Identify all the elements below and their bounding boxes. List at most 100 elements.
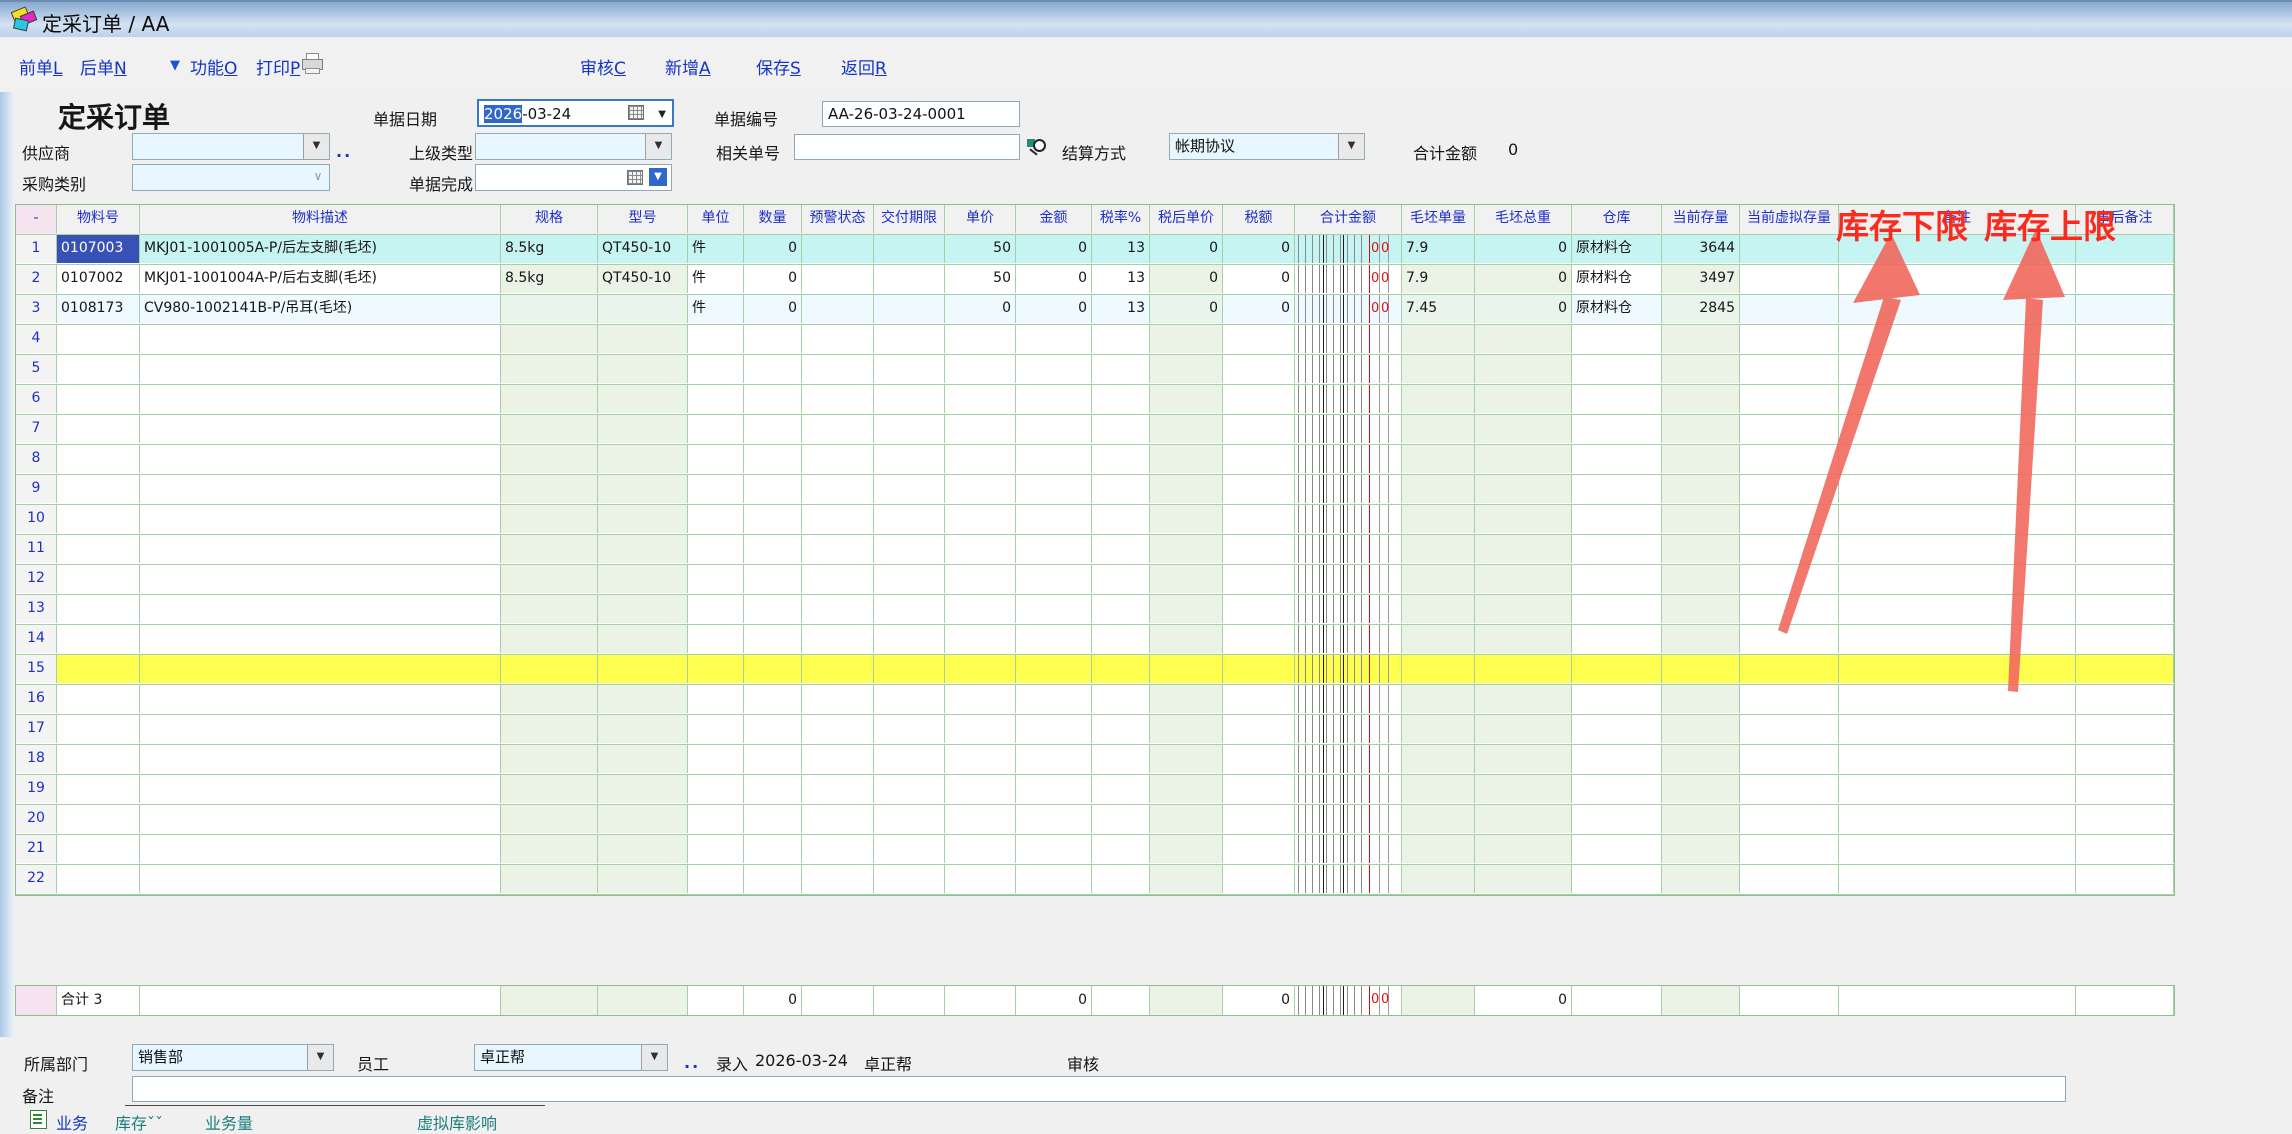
- table-cell[interactable]: [945, 745, 1016, 773]
- table-cell[interactable]: [1295, 655, 1402, 683]
- table-cell[interactable]: [2076, 625, 2174, 653]
- table-cell[interactable]: [1223, 835, 1295, 863]
- table-cell[interactable]: [1016, 415, 1092, 443]
- table-cell[interactable]: [1662, 805, 1740, 833]
- table-cell[interactable]: [1150, 775, 1223, 803]
- table-cell[interactable]: [2076, 865, 2174, 893]
- grid-header-10[interactable]: 金额: [1016, 205, 1092, 233]
- table-cell[interactable]: [1223, 475, 1295, 503]
- table-cell[interactable]: [1475, 805, 1572, 833]
- table-cell[interactable]: [1223, 805, 1295, 833]
- table-cell[interactable]: [1092, 835, 1150, 863]
- table-cell[interactable]: [744, 625, 802, 653]
- table-cell[interactable]: [1223, 715, 1295, 743]
- table-cell[interactable]: [802, 835, 874, 863]
- table-cell[interactable]: [598, 775, 688, 803]
- row-number[interactable]: 19: [16, 775, 57, 803]
- table-cell[interactable]: [598, 745, 688, 773]
- table-cell[interactable]: [1092, 445, 1150, 473]
- row-number[interactable]: 2: [16, 265, 57, 293]
- table-cell[interactable]: [1475, 535, 1572, 563]
- row-number[interactable]: 16: [16, 685, 57, 713]
- table-cell[interactable]: [1740, 805, 1839, 833]
- table-cell[interactable]: [1662, 865, 1740, 893]
- table-cell[interactable]: [688, 415, 744, 443]
- table-cell[interactable]: [57, 565, 140, 593]
- table-cell[interactable]: [1402, 775, 1475, 803]
- table-cell[interactable]: [874, 355, 945, 383]
- table-cell[interactable]: [802, 235, 874, 263]
- table-cell[interactable]: [874, 655, 945, 683]
- table-cell[interactable]: [1092, 805, 1150, 833]
- table-cell[interactable]: [2076, 475, 2174, 503]
- table-cell[interactable]: [501, 535, 598, 563]
- table-cell[interactable]: [802, 625, 874, 653]
- table-cell[interactable]: [140, 595, 501, 623]
- table-cell[interactable]: [2076, 655, 2174, 683]
- table-cell[interactable]: [1150, 445, 1223, 473]
- row-number[interactable]: 6: [16, 385, 57, 413]
- dept-dropdown[interactable]: 销售部 ▼: [132, 1044, 334, 1071]
- table-cell[interactable]: [874, 565, 945, 593]
- table-cell[interactable]: [501, 805, 598, 833]
- table-cell[interactable]: [1092, 865, 1150, 893]
- printer-icon[interactable]: [300, 53, 324, 73]
- table-cell[interactable]: [1662, 715, 1740, 743]
- grid-header-13[interactable]: 税额: [1223, 205, 1295, 233]
- table-cell[interactable]: [1402, 745, 1475, 773]
- table-cell[interactable]: [1150, 355, 1223, 383]
- table-cell[interactable]: [57, 835, 140, 863]
- table-cell[interactable]: [1740, 385, 1839, 413]
- table-cell[interactable]: [688, 325, 744, 353]
- table-cell[interactable]: [1016, 745, 1092, 773]
- table-cell[interactable]: [501, 655, 598, 683]
- settlement-dropdown[interactable]: 帐期协议 ▼: [1169, 133, 1365, 160]
- table-cell[interactable]: [1572, 415, 1662, 443]
- table-cell[interactable]: [1150, 655, 1223, 683]
- table-cell[interactable]: [1295, 775, 1402, 803]
- table-cell[interactable]: [501, 775, 598, 803]
- table-cell[interactable]: [1092, 535, 1150, 563]
- table-cell[interactable]: [1016, 325, 1092, 353]
- table-cell[interactable]: [2076, 565, 2174, 593]
- table-cell[interactable]: CV980-1002141B-P/吊耳(毛坯): [140, 295, 501, 323]
- table-cell[interactable]: [140, 655, 501, 683]
- row-number[interactable]: 12: [16, 565, 57, 593]
- table-cell[interactable]: [140, 865, 501, 893]
- table-cell[interactable]: [744, 865, 802, 893]
- table-cell[interactable]: 件: [688, 295, 744, 323]
- table-cell[interactable]: [874, 235, 945, 263]
- table-cell[interactable]: [140, 835, 501, 863]
- table-cell[interactable]: [945, 445, 1016, 473]
- table-cell[interactable]: 8.5kg: [501, 265, 598, 293]
- table-cell[interactable]: [874, 685, 945, 713]
- table-cell[interactable]: [874, 295, 945, 323]
- table-cell[interactable]: [1223, 355, 1295, 383]
- table-cell[interactable]: [1662, 595, 1740, 623]
- table-cell[interactable]: [598, 445, 688, 473]
- table-cell[interactable]: [945, 595, 1016, 623]
- row-number[interactable]: 5: [16, 355, 57, 383]
- table-cell[interactable]: [1016, 565, 1092, 593]
- table-cell[interactable]: [1402, 445, 1475, 473]
- table-cell[interactable]: [1402, 325, 1475, 353]
- doc-done-input[interactable]: ▼: [475, 164, 672, 191]
- table-cell[interactable]: [598, 805, 688, 833]
- search-icon[interactable]: [1026, 137, 1048, 159]
- table-cell[interactable]: [1572, 715, 1662, 743]
- table-cell[interactable]: 0107002: [57, 265, 140, 293]
- table-cell[interactable]: 2845: [1662, 295, 1740, 323]
- table-cell[interactable]: [2076, 295, 2174, 323]
- table-cell[interactable]: [688, 475, 744, 503]
- table-cell[interactable]: 50: [945, 235, 1016, 263]
- table-cell[interactable]: [140, 805, 501, 833]
- table-cell[interactable]: [598, 385, 688, 413]
- table-cell[interactable]: [1475, 355, 1572, 383]
- table-cell[interactable]: [140, 565, 501, 593]
- table-cell[interactable]: [1475, 865, 1572, 893]
- table-cell[interactable]: [1740, 595, 1839, 623]
- table-cell[interactable]: [57, 625, 140, 653]
- table-cell[interactable]: [1295, 475, 1402, 503]
- table-cell[interactable]: [57, 715, 140, 743]
- table-cell[interactable]: [1092, 325, 1150, 353]
